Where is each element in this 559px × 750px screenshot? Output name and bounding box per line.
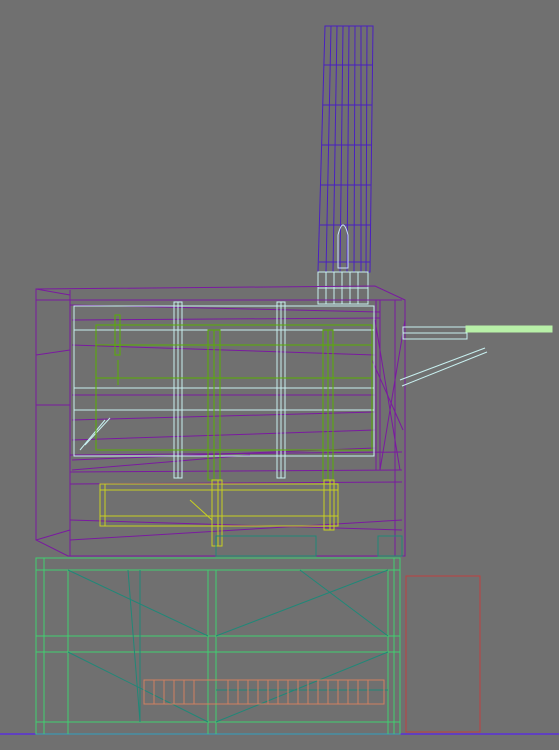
- wireframe-canvas[interactable]: [0, 0, 559, 750]
- chimney-stack[interactable]: [317, 25, 374, 273]
- internal-frame: [73, 301, 488, 479]
- green-columns: [95, 314, 373, 481]
- support-base[interactable]: [35, 557, 401, 735]
- outlet-pipe: [465, 325, 553, 333]
- red-outline-box[interactable]: [405, 575, 481, 733]
- cad-viewport[interactable]: [0, 0, 559, 750]
- base-hatching: [143, 679, 385, 705]
- chimney-base: [317, 271, 369, 305]
- support-bracing: [67, 535, 403, 723]
